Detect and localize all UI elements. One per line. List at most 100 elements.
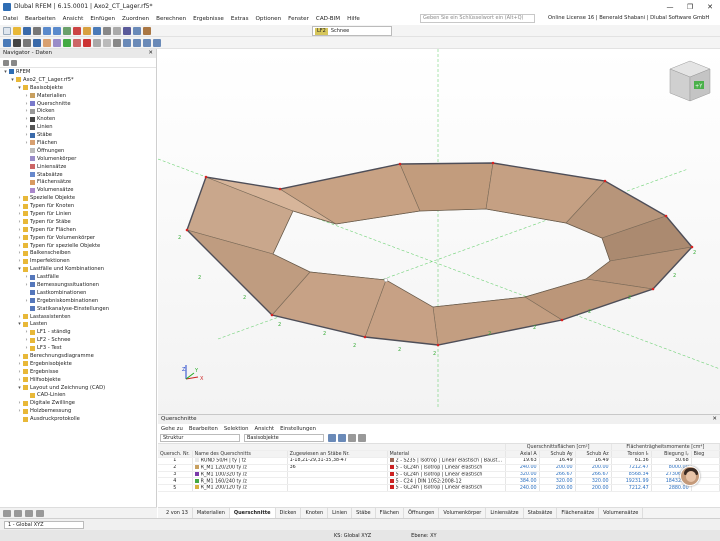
move-icon[interactable]: [133, 38, 141, 47]
save-icon[interactable]: [23, 26, 31, 35]
filter-icon[interactable]: [113, 26, 121, 35]
tree-item[interactable]: › Imperfektionen: [0, 257, 157, 265]
tree-item[interactable]: › Materialien: [0, 92, 157, 100]
open-folder-icon[interactable]: [13, 26, 21, 35]
view-cube[interactable]: +Y: [669, 60, 711, 102]
tab-stabsaetze[interactable]: Stabsätze: [524, 508, 558, 518]
tree-item[interactable]: › Typen für Volumenkörper: [0, 234, 157, 242]
line-icon[interactable]: [23, 38, 31, 47]
tree-item[interactable]: › Typen für Flächen: [0, 226, 157, 234]
expand-arrow-icon[interactable]: ›: [17, 203, 22, 209]
tree-item[interactable]: › Stäbe: [0, 131, 157, 139]
structure-select[interactable]: Struktur: [160, 434, 240, 442]
expand-arrow-icon[interactable]: ›: [17, 211, 22, 217]
expand-arrow-icon[interactable]: ▾: [17, 385, 22, 391]
tree-item[interactable]: ▾ Lastfälle und Kombinationen: [0, 265, 157, 273]
table-menu-settings[interactable]: Einstellungen: [280, 426, 316, 432]
tree-item[interactable]: › Digitale Zwillinge: [0, 399, 157, 407]
measure-icon[interactable]: [113, 38, 121, 47]
tree-item[interactable]: Liniensätze: [0, 163, 157, 171]
tab-flaechensaetze[interactable]: Flächensätze: [557, 508, 600, 518]
tab-oeffnungen[interactable]: Öffnungen: [404, 508, 440, 518]
select-icon[interactable]: [3, 38, 11, 47]
copy-icon[interactable]: [123, 38, 131, 47]
expand-arrow-icon[interactable]: ›: [24, 124, 29, 130]
expand-arrow-icon[interactable]: ›: [17, 353, 22, 359]
expand-arrow-icon[interactable]: ›: [24, 298, 29, 304]
tree-item[interactable]: ▾ Layout und Zeichnung (CAD): [0, 384, 157, 392]
tree-item[interactable]: › Ergebniskombinationen: [0, 297, 157, 305]
expand-arrow-icon[interactable]: ›: [24, 93, 29, 99]
expand-arrow-icon[interactable]: ›: [24, 108, 29, 114]
expand-arrow-icon[interactable]: ›: [24, 274, 29, 280]
tree-item[interactable]: › Lastassistenten: [0, 313, 157, 321]
member-icon[interactable]: [33, 38, 41, 47]
assistant-avatar[interactable]: [680, 466, 700, 486]
tree-item[interactable]: › Bemessungssituationen: [0, 281, 157, 289]
tree-item[interactable]: Volumensätze: [0, 186, 157, 194]
minimize-button[interactable]: —: [660, 0, 680, 13]
expand-arrow-icon[interactable]: ›: [17, 361, 22, 367]
tree-item[interactable]: › Dicken: [0, 107, 157, 115]
expand-arrow-icon[interactable]: ›: [17, 400, 22, 406]
tree-item[interactable]: ▾ RFEM: [0, 68, 157, 76]
tree-item[interactable]: Volumenkörper: [0, 155, 157, 163]
cell-bending-z[interactable]: [691, 484, 720, 493]
tree-item[interactable]: › LF1 - ständig: [0, 328, 157, 336]
expand-arrow-icon[interactable]: ›: [17, 195, 22, 201]
menu-extras[interactable]: Extras: [231, 16, 249, 22]
expand-arrow-icon[interactable]: ›: [24, 116, 29, 122]
tree-item[interactable]: › LF2 - Schnee: [0, 336, 157, 344]
table-row[interactable]: 1 RUND 50/H | ty | tz 1-18,21-29,31-35,38-…: [158, 457, 720, 465]
tree-item[interactable]: › Knoten: [0, 115, 157, 123]
tree-item[interactable]: › Querschnitte: [0, 100, 157, 108]
table-row[interactable]: 2 R_M1 120/200 ty /z 36 5 - GL24h | Isotrop…: [158, 464, 720, 472]
zoom-icon[interactable]: [133, 26, 141, 35]
tree-item[interactable]: Stabsätze: [0, 171, 157, 179]
menu-optionen[interactable]: Optionen: [256, 16, 282, 22]
snap-icon[interactable]: [93, 38, 101, 47]
expand-arrow-icon[interactable]: ›: [24, 282, 29, 288]
tree-item[interactable]: ▾ Basisobjekte: [0, 84, 157, 92]
object-type-select[interactable]: Basisobjekte: [244, 434, 324, 442]
undo-icon[interactable]: [43, 26, 51, 35]
view-icon[interactable]: [93, 26, 101, 35]
tab-knoten[interactable]: Knoten: [301, 508, 329, 518]
expand-arrow-icon[interactable]: ›: [24, 132, 29, 138]
tree-item[interactable]: Flächensätze: [0, 178, 157, 186]
table-row[interactable]: 5 R_M1 200/120 ty /z 5 - GL24h | Isotrop |…: [158, 484, 720, 493]
tree-item[interactable]: › Hilfsobjekte: [0, 376, 157, 384]
tree-item[interactable]: › Spezielle Objekte: [0, 194, 157, 202]
menu-ergebnisse[interactable]: Ergebnisse: [193, 16, 224, 22]
tree-item[interactable]: Statikanalyse-Einstellungen: [0, 305, 157, 313]
expand-arrow-icon[interactable]: ›: [24, 140, 29, 146]
node-icon[interactable]: [13, 38, 21, 47]
table-row[interactable]: 4 R_M1 160/240 ty /z 5 - C24 | DIN 1052:20…: [158, 477, 720, 486]
tree-item[interactable]: › Ergebnisse: [0, 368, 157, 376]
tree-item[interactable]: › Berechnungsdiagramme: [0, 352, 157, 360]
tab-liniensaetze[interactable]: Liniensätze: [486, 508, 524, 518]
menu-hilfe[interactable]: Hilfe: [347, 16, 360, 22]
expand-arrow-icon[interactable]: ›: [17, 250, 22, 256]
tree-item[interactable]: › LF3 - Test: [0, 344, 157, 352]
expand-arrow-icon[interactable]: ›: [17, 314, 22, 320]
load-icon[interactable]: [83, 38, 91, 47]
tree-item[interactable]: › Linien: [0, 123, 157, 131]
tree-item[interactable]: CAD-Linien: [0, 392, 157, 400]
tab-dicken[interactable]: Dicken: [276, 508, 302, 518]
close-button[interactable]: ✕: [700, 0, 720, 13]
expand-arrow-icon[interactable]: ▾: [3, 69, 8, 75]
tree-item[interactable]: › Typen für Knoten: [0, 202, 157, 210]
table-menu-goto[interactable]: Gehe zu: [161, 426, 183, 432]
table-row[interactable]: 3 R_M1 100/320 ty /z 5 - GL24h | Isotrop |…: [158, 471, 720, 479]
table-menu-view[interactable]: Ansicht: [255, 426, 275, 432]
search-input[interactable]: Geben Sie ein Schlüsselwort ein (Alt+Q): [420, 14, 535, 23]
expand-arrow-icon[interactable]: ›: [24, 337, 29, 343]
support-icon[interactable]: [63, 38, 71, 47]
nav-tab-views-icon[interactable]: [25, 509, 33, 517]
tree-item[interactable]: › Typen für spezielle Objekte: [0, 242, 157, 250]
tree-item[interactable]: Öffnungen: [0, 147, 157, 155]
tree-item[interactable]: › Holzbemessung: [0, 407, 157, 415]
expand-arrow-icon[interactable]: ▾: [17, 85, 22, 91]
expand-arrow-icon[interactable]: ›: [17, 408, 22, 414]
